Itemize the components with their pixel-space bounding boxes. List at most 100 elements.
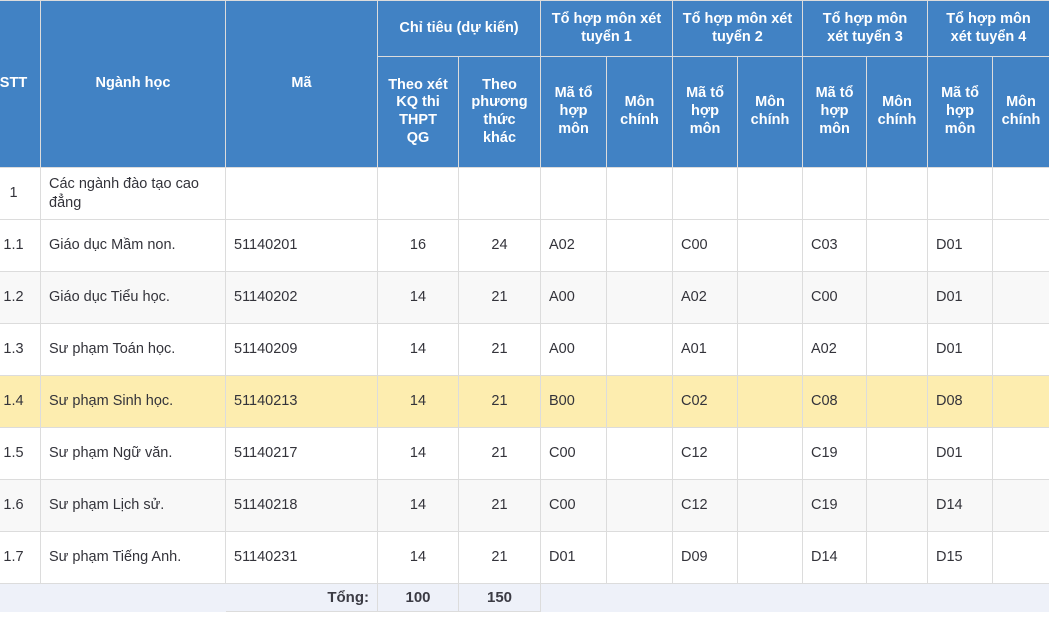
row-comb4-main: [992, 479, 1049, 532]
header-comb1-code[interactable]: Mã tổ hợp môn: [540, 56, 607, 168]
row-quota-khac: 21: [458, 427, 541, 480]
row-comb2-code: C12: [672, 479, 738, 532]
row-comb2-code: A02: [672, 271, 738, 324]
row-comb3-code: C19: [802, 479, 867, 532]
header-comb2-main[interactable]: Môn chính: [737, 56, 803, 168]
row-comb4-code: [927, 167, 993, 220]
row-comb1-code: C00: [540, 479, 607, 532]
row-quota-khac: 24: [458, 219, 541, 272]
row-nganh-hoc: Sư phạm Lịch sử.: [40, 479, 226, 532]
row-comb4-code: D15: [927, 531, 993, 584]
row-quota-thpt: 14: [377, 531, 459, 584]
row-comb4-main: [992, 427, 1049, 480]
header-comb4-main[interactable]: Môn chính: [992, 56, 1049, 168]
row-stt: 1.5: [0, 427, 41, 480]
row-comb1-main: [606, 219, 673, 272]
row-stt: 1.3: [0, 323, 41, 376]
header-ma[interactable]: Mã: [225, 0, 378, 168]
header-comb4-code[interactable]: Mã tổ hợp môn: [927, 56, 993, 168]
total-blank-c1: [540, 583, 607, 612]
total-blank-m2: [737, 583, 803, 612]
total-blank-c2: [672, 583, 738, 612]
row-comb1-code: A00: [540, 271, 607, 324]
header-to-hop-group-3[interactable]: Tổ hợp môn xét tuyển 3: [802, 0, 928, 57]
header-quota-thpt[interactable]: Theo xét KQ thi THPT QG: [377, 56, 459, 168]
row-ma: 51140202: [225, 271, 378, 324]
table-row[interactable]: 1.6 Sư phạm Lịch sử. 51140218 14 21 C00 C12 C19…: [0, 479, 1049, 532]
table-row[interactable]: 1.1 Giáo dục Mầm non. 51140201 16 24 A02 C00 C0…: [0, 219, 1049, 272]
row-comb4-code: D01: [927, 323, 993, 376]
row-comb2-code: C12: [672, 427, 738, 480]
row-quota-thpt: 14: [377, 271, 459, 324]
header-comb3-main[interactable]: Môn chính: [866, 56, 928, 168]
row-ma: 51140213: [225, 375, 378, 428]
row-quota-khac: 21: [458, 531, 541, 584]
row-stt: 1: [0, 167, 41, 220]
row-stt: 1.7: [0, 531, 41, 584]
row-comb4-code: D01: [927, 427, 993, 480]
row-stt: 1.1: [0, 219, 41, 272]
row-comb1-main: [606, 323, 673, 376]
row-comb4-main: [992, 167, 1049, 220]
row-ma: [225, 167, 378, 220]
row-comb1-main: [606, 271, 673, 324]
row-quota-thpt: 14: [377, 323, 459, 376]
row-comb4-code: D14: [927, 479, 993, 532]
row-ma: 51140218: [225, 479, 378, 532]
row-quota-khac: 21: [458, 375, 541, 428]
header-to-hop-group-4[interactable]: Tổ hợp môn xét tuyển 4: [927, 0, 1049, 57]
row-quota-thpt: 14: [377, 427, 459, 480]
row-comb3-main: [866, 375, 928, 428]
header-quota-khac[interactable]: Theo phương thức khác: [458, 56, 541, 168]
table-row[interactable]: 1.2 Giáo dục Tiểu học. 51140202 14 21 A00 A02 C…: [0, 271, 1049, 324]
header-group-row: STT Ngành học Mã Chỉ tiêu (dự kiến) Tổ h…: [0, 0, 1049, 168]
row-comb3-code: C00: [802, 271, 867, 324]
row-comb4-code: D01: [927, 219, 993, 272]
table-row[interactable]: 1.4 Sư phạm Sinh học. 51140213 14 21 B00 C02 C0…: [0, 375, 1049, 428]
row-nganh-hoc: Sư phạm Ngữ văn.: [40, 427, 226, 480]
row-comb1-main: [606, 479, 673, 532]
table-row[interactable]: 1 Các ngành đào tạo cao đẳng: [0, 167, 1049, 220]
row-ma: 51140209: [225, 323, 378, 376]
admissions-quota-table: STT Ngành học Mã Chỉ tiêu (dự kiến) Tổ h…: [0, 0, 1049, 612]
table-viewport: STT Ngành học Mã Chỉ tiêu (dự kiến) Tổ h…: [0, 0, 1049, 620]
table-row[interactable]: 1.7 Sư phạm Tiếng Anh. 51140231 14 21 D01 D09 D…: [0, 531, 1049, 584]
row-comb3-code: D14: [802, 531, 867, 584]
row-comb1-code: A00: [540, 323, 607, 376]
table-row[interactable]: 1.5 Sư phạm Ngữ văn. 51140217 14 21 C00 C12 C19…: [0, 427, 1049, 480]
row-comb3-main: [866, 479, 928, 532]
header-to-hop-group-1[interactable]: Tổ hợp môn xét tuyển 1: [540, 0, 673, 57]
header-comb2-code[interactable]: Mã tổ hợp môn: [672, 56, 738, 168]
row-comb2-code: A01: [672, 323, 738, 376]
row-comb2-main: [737, 323, 803, 376]
header-to-hop-group-2[interactable]: Tổ hợp môn xét tuyển 2: [672, 0, 803, 57]
row-comb2-main: [737, 479, 803, 532]
table-footer: Tổng: 100 150: [0, 583, 1049, 612]
total-blank-m1: [606, 583, 673, 612]
row-nganh-hoc: Giáo dục Mầm non.: [40, 219, 226, 272]
row-quota-khac: 21: [458, 323, 541, 376]
header-chi-tieu-group[interactable]: Chỉ tiêu (dự kiến): [377, 0, 541, 57]
table-header: STT Ngành học Mã Chỉ tiêu (dự kiến) Tổ h…: [0, 0, 1049, 168]
row-comb4-code: D08: [927, 375, 993, 428]
header-comb3-code[interactable]: Mã tổ hợp môn: [802, 56, 867, 168]
row-comb2-code: C02: [672, 375, 738, 428]
header-nganh-hoc[interactable]: Ngành học: [40, 0, 226, 168]
row-comb1-main: [606, 531, 673, 584]
row-ma: 51140201: [225, 219, 378, 272]
header-comb1-main[interactable]: Môn chính: [606, 56, 673, 168]
total-blank-m4: [992, 583, 1049, 612]
header-stt[interactable]: STT: [0, 0, 41, 168]
row-nganh-hoc: Sư phạm Toán học.: [40, 323, 226, 376]
row-nganh-hoc: Sư phạm Sinh học.: [40, 375, 226, 428]
table-row[interactable]: 1.3 Sư phạm Toán học. 51140209 14 21 A00 A01 A0…: [0, 323, 1049, 376]
row-comb2-main: [737, 427, 803, 480]
row-quota-khac: [458, 167, 541, 220]
table-horizontal-shifter: STT Ngành học Mã Chỉ tiêu (dự kiến) Tổ h…: [0, 0, 1049, 612]
table-body: 1 Các ngành đào tạo cao đẳng 1.1 Giáo dục M…: [0, 167, 1049, 584]
total-quota-khac: 150: [458, 583, 541, 612]
row-comb2-main: [737, 531, 803, 584]
row-comb1-main: [606, 427, 673, 480]
row-comb4-main: [992, 375, 1049, 428]
row-comb2-main: [737, 271, 803, 324]
